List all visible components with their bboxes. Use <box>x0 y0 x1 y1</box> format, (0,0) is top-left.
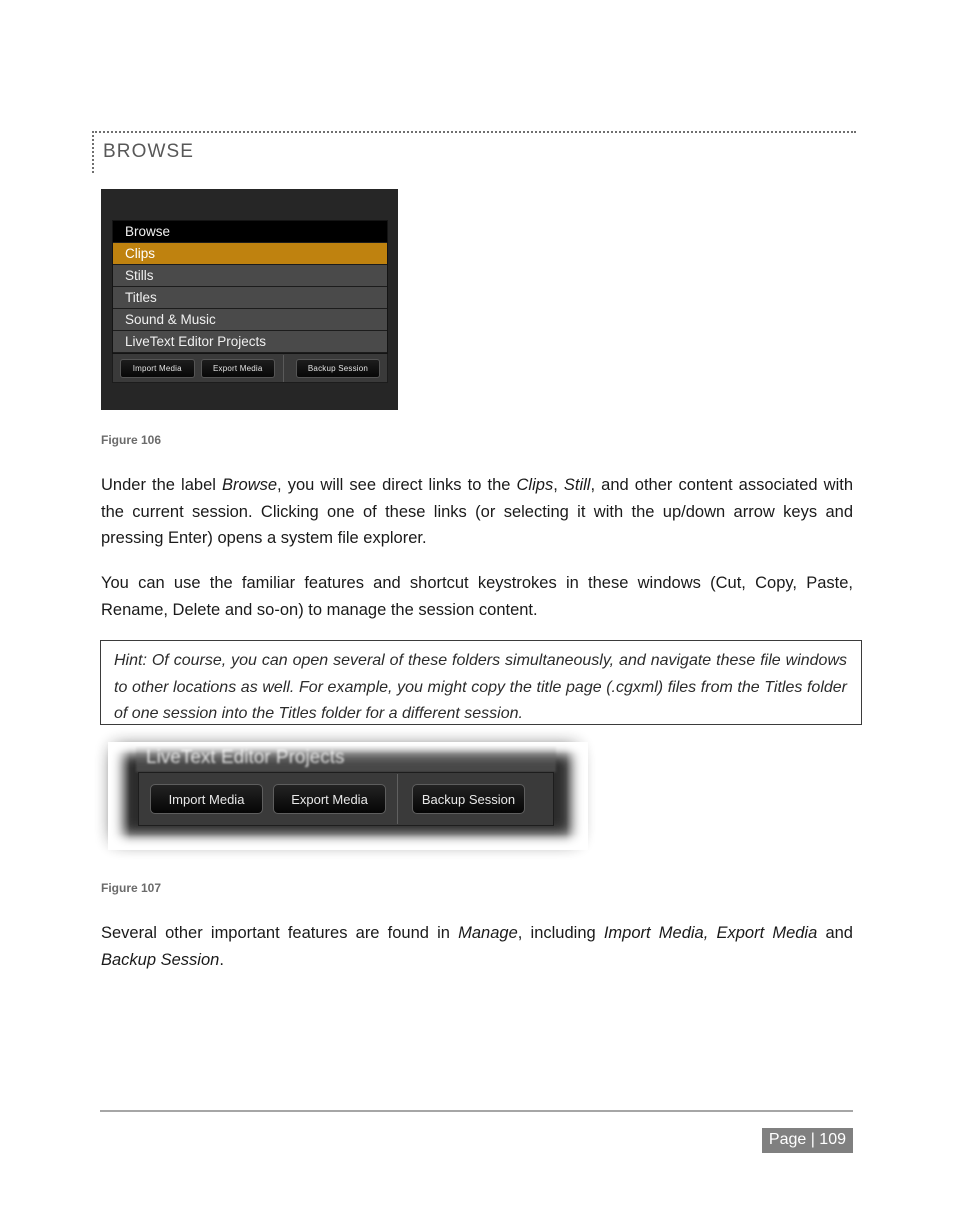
figure-107-button-bar-divider <box>397 774 398 824</box>
figure-107-image: LiveText Editor Projects Import Media Ex… <box>108 742 588 850</box>
hint-text: Hint: Of course, you can open several of… <box>114 652 847 722</box>
p1-seg2: , you will see direct links to the <box>277 476 517 494</box>
hint-callout-box: Hint: Of course, you can open several of… <box>100 640 862 725</box>
document-page: BROWSE Browse Clips Stills Titles Sound … <box>0 0 954 1227</box>
figure-107-export-media-button[interactable]: Export Media <box>273 784 386 814</box>
paragraph-shortcut-keystrokes: You can use the familiar features and sh… <box>101 574 853 619</box>
menu-item-browse[interactable]: Browse <box>113 221 387 243</box>
figure-107-caption: Figure 107 <box>101 881 162 895</box>
button-bar-divider <box>283 354 284 382</box>
paragraph-browse-links: Under the label Browse, you will see dir… <box>101 472 853 552</box>
manage-button-bar: Import Media Export Media Backup Session <box>112 354 388 383</box>
import-media-button[interactable]: Import Media <box>120 358 195 378</box>
footer-divider <box>100 1110 853 1112</box>
menu-item-titles-label: Titles <box>125 290 157 305</box>
figure-106-caption: Figure 106 <box>101 433 162 447</box>
page-number-badge: Page | 109 <box>761 1128 853 1153</box>
menu-item-clips[interactable]: Clips <box>113 243 387 265</box>
p1-em-still: Still <box>563 476 591 494</box>
p1-seg1: Under the label <box>101 476 223 494</box>
browse-menu-list: Browse Clips Stills Titles Sound & Music… <box>112 220 388 354</box>
figure-107-import-media-button[interactable]: Import Media <box>150 784 263 814</box>
menu-item-browse-label: Browse <box>125 224 171 239</box>
p1-seg3: , <box>553 476 564 494</box>
menu-item-stills-label: Stills <box>125 268 154 283</box>
menu-item-stills[interactable]: Stills <box>113 265 387 287</box>
page-title: BROWSE <box>103 141 195 162</box>
menu-item-livetext-editor-projects[interactable]: LiveText Editor Projects <box>113 331 387 353</box>
p3-seg4: . <box>219 950 224 969</box>
figure-106-image: Browse Clips Stills Titles Sound & Music… <box>101 189 398 410</box>
p3-em-backup-session: Backup Session <box>101 950 220 969</box>
p1-em-browse: Browse <box>222 476 278 494</box>
menu-item-clips-label: Clips <box>125 246 156 261</box>
paragraph-manage-features: Several other important features are fou… <box>101 920 853 973</box>
p3-em-manage: Manage <box>458 924 518 942</box>
p3-seg1: Several other important features are fou… <box>101 924 459 942</box>
p1-em-clips: Clips <box>516 476 554 494</box>
p3-seg2: , including <box>517 924 604 942</box>
p3-em-import-export: Import Media, Export Media <box>603 924 818 942</box>
figure-107-title-strip: LiveText Editor Projects <box>136 746 556 772</box>
figure-107-content: LiveText Editor Projects Import Media Ex… <box>116 746 568 836</box>
menu-item-sound-and-music[interactable]: Sound & Music <box>113 309 387 331</box>
p3-seg3: and <box>817 924 853 942</box>
menu-item-livetext-editor-projects-label: LiveText Editor Projects <box>125 334 267 349</box>
backup-session-button[interactable]: Backup Session <box>295 358 380 378</box>
figure-107-backup-session-button[interactable]: Backup Session <box>412 784 525 814</box>
figure-107-button-bar: Import Media Export Media Backup Session <box>138 772 554 826</box>
section-heading-block: BROWSE <box>92 131 856 173</box>
menu-item-sound-and-music-label: Sound & Music <box>125 312 216 327</box>
menu-item-titles[interactable]: Titles <box>113 287 387 309</box>
export-media-button[interactable]: Export Media <box>200 358 275 378</box>
